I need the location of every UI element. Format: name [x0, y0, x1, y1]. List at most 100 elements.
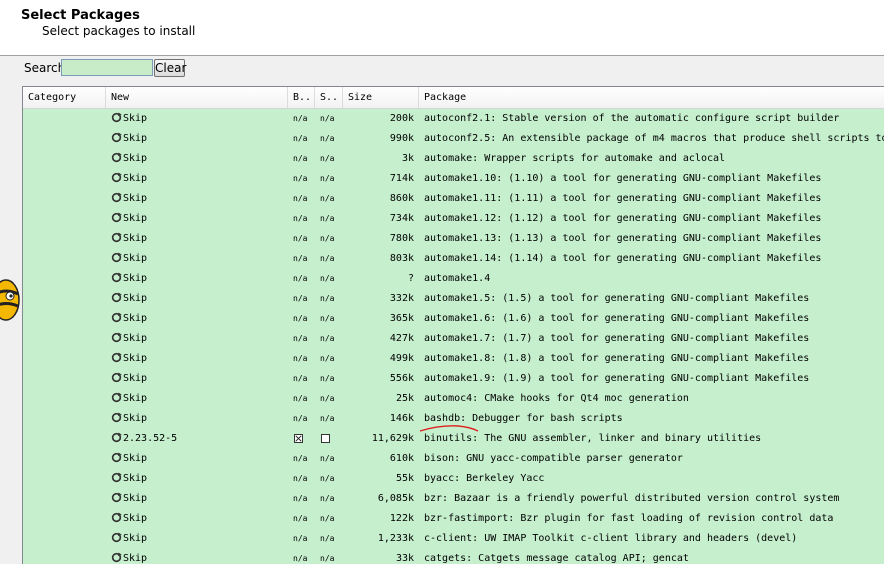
cycle-icon[interactable] — [111, 192, 122, 203]
cycle-icon[interactable] — [111, 212, 122, 223]
cycle-icon[interactable] — [111, 292, 122, 303]
new-action[interactable]: Skip — [111, 371, 147, 387]
new-action[interactable]: 2.23.52-5 — [111, 431, 177, 447]
new-action[interactable]: Skip — [111, 151, 147, 167]
new-action-label: Skip — [123, 453, 148, 464]
new-action[interactable]: Skip — [111, 451, 147, 467]
new-action[interactable]: Skip — [111, 471, 147, 487]
column-header-package[interactable]: Package — [419, 87, 884, 108]
cycle-icon[interactable] — [111, 332, 122, 343]
cycle-icon[interactable] — [111, 412, 122, 423]
table-row[interactable]: Skip n/a n/a 499k automake1.8: (1.8) a tool … — [23, 349, 884, 369]
table-row[interactable]: Skip n/a n/a 990k autoconf2.5: An extensible… — [23, 129, 884, 149]
cycle-icon[interactable] — [111, 372, 122, 383]
new-action-label: Skip — [123, 333, 148, 344]
cycle-icon[interactable] — [111, 492, 122, 503]
new-action[interactable]: Skip — [111, 551, 147, 564]
cycle-icon[interactable] — [111, 432, 122, 443]
cycle-icon[interactable] — [111, 272, 122, 283]
source-checkbox[interactable] — [321, 434, 330, 443]
table-row[interactable]: Skip n/a n/a 734k automake1.12: (1.12) a too… — [23, 209, 884, 229]
new-action[interactable]: Skip — [111, 131, 147, 147]
binary-cell: n/a — [293, 554, 308, 563]
table-row[interactable]: Skip n/a n/a 25k automoc4: CMake hooks for Q… — [23, 389, 884, 409]
cycle-icon[interactable] — [111, 252, 122, 263]
table-row[interactable]: Skip n/a n/a 780k automake1.13: (1.13) a too… — [23, 229, 884, 249]
package-cell: automake: Wrapper scripts for automake a… — [424, 153, 726, 164]
binary-cell: n/a — [293, 294, 308, 303]
cycle-icon[interactable] — [111, 112, 122, 123]
table-row[interactable]: Skip n/a n/a 1,233k c-client: UW IMAP Toolki… — [23, 529, 884, 549]
cycle-icon[interactable] — [111, 512, 122, 523]
cycle-icon[interactable] — [111, 132, 122, 143]
package-cell: automake1.9: (1.9) a tool for generating… — [424, 373, 810, 384]
cycle-icon[interactable] — [111, 452, 122, 463]
package-cell: automake1.5: (1.5) a tool for generating… — [424, 293, 810, 304]
table-row[interactable]: Skip n/a n/a 200k autoconf2.1: Stable versio… — [23, 109, 884, 129]
table-row[interactable]: Skip n/a n/a 122k bzr-fastimport: Bzr plugin… — [23, 509, 884, 529]
cycle-icon[interactable] — [111, 172, 122, 183]
table-row[interactable]: Skip n/a n/a 33k catgets: Catgets message ca… — [23, 549, 884, 564]
size-cell: 11,629k — [371, 433, 414, 444]
table-row[interactable]: Skip n/a n/a 365k automake1.6: (1.6) a tool … — [23, 309, 884, 329]
new-action[interactable]: Skip — [111, 291, 147, 307]
table-row[interactable]: 2.23.52-5 11,629k binutils: The GNU assemb… — [23, 425, 884, 449]
new-action[interactable]: Skip — [111, 351, 147, 367]
new-action[interactable]: Skip — [111, 251, 147, 267]
binary-cell: n/a — [293, 274, 308, 283]
table-row[interactable]: Skip n/a n/a? automake1.4 — [23, 269, 884, 289]
table-row[interactable]: Skip n/a n/a 332k automake1.5: (1.5) a tool … — [23, 289, 884, 309]
new-action[interactable]: Skip — [111, 211, 147, 227]
column-header-category[interactable]: Category — [23, 87, 106, 108]
table-row[interactable]: Skip n/a n/a 3k automake: Wrapper scripts fo… — [23, 149, 884, 169]
cycle-icon[interactable] — [111, 472, 122, 483]
column-header-new[interactable]: New — [106, 87, 288, 108]
column-header-size[interactable]: Size — [343, 87, 419, 108]
table-row[interactable]: Skip n/a n/a 6,085k bzr: Bazaar is a friendl… — [23, 489, 884, 509]
new-action-label: Skip — [123, 173, 148, 184]
cycle-icon[interactable] — [111, 392, 122, 403]
binary-cell: n/a — [293, 314, 308, 323]
source-cell: n/a — [320, 374, 335, 383]
cycle-icon[interactable] — [111, 152, 122, 163]
new-action[interactable]: Skip — [111, 111, 147, 127]
cycle-icon[interactable] — [111, 532, 122, 543]
search-input[interactable] — [61, 59, 153, 76]
new-action-label: Skip — [123, 513, 148, 524]
size-cell: 55k — [395, 473, 414, 484]
binary-checkbox[interactable] — [294, 434, 303, 443]
new-action[interactable]: Skip — [111, 191, 147, 207]
binary-cell: n/a — [293, 234, 308, 243]
size-cell: 714k — [389, 173, 414, 184]
clear-button[interactable]: Clear — [154, 59, 186, 77]
column-header-source[interactable]: S.. — [315, 87, 343, 108]
new-action[interactable]: Skip — [111, 531, 147, 547]
new-action[interactable]: Skip — [111, 491, 147, 507]
new-action[interactable]: Skip — [111, 231, 147, 247]
size-cell: 3k — [401, 153, 414, 164]
table-row[interactable]: Skip n/a n/a 803k automake1.14: (1.14) a too… — [23, 249, 884, 269]
source-cell: n/a — [320, 394, 335, 403]
source-cell: n/a — [320, 174, 335, 183]
cycle-icon[interactable] — [111, 552, 122, 563]
table-row[interactable]: Skip n/a n/a 610k bison: GNU yacc-compatible… — [23, 449, 884, 469]
new-action[interactable]: Skip — [111, 511, 147, 527]
size-cell: 734k — [389, 213, 414, 224]
column-header-binary[interactable]: B.. — [288, 87, 315, 108]
table-row[interactable]: Skip n/a n/a 556k automake1.9: (1.9) a tool … — [23, 369, 884, 389]
table-row[interactable]: Skip n/a n/a 427k automake1.7: (1.7) a tool … — [23, 329, 884, 349]
new-action[interactable]: Skip — [111, 311, 147, 327]
package-cell: byacc: Berkeley Yacc — [424, 473, 545, 484]
package-list[interactable]: Category New B.. S.. Size Package Skip n/… — [22, 86, 884, 564]
cycle-icon[interactable] — [111, 232, 122, 243]
new-action[interactable]: Skip — [111, 331, 147, 347]
new-action[interactable]: Skip — [111, 411, 147, 427]
new-action[interactable]: Skip — [111, 391, 147, 407]
new-action[interactable]: Skip — [111, 271, 147, 287]
table-row[interactable]: Skip n/a n/a 714k automake1.10: (1.10) a too… — [23, 169, 884, 189]
new-action[interactable]: Skip — [111, 171, 147, 187]
table-row[interactable]: Skip n/a n/a 860k automake1.11: (1.11) a too… — [23, 189, 884, 209]
cycle-icon[interactable] — [111, 352, 122, 363]
table-row[interactable]: Skip n/a n/a 55k byacc: Berkeley Yacc — [23, 469, 884, 489]
cycle-icon[interactable] — [111, 312, 122, 323]
